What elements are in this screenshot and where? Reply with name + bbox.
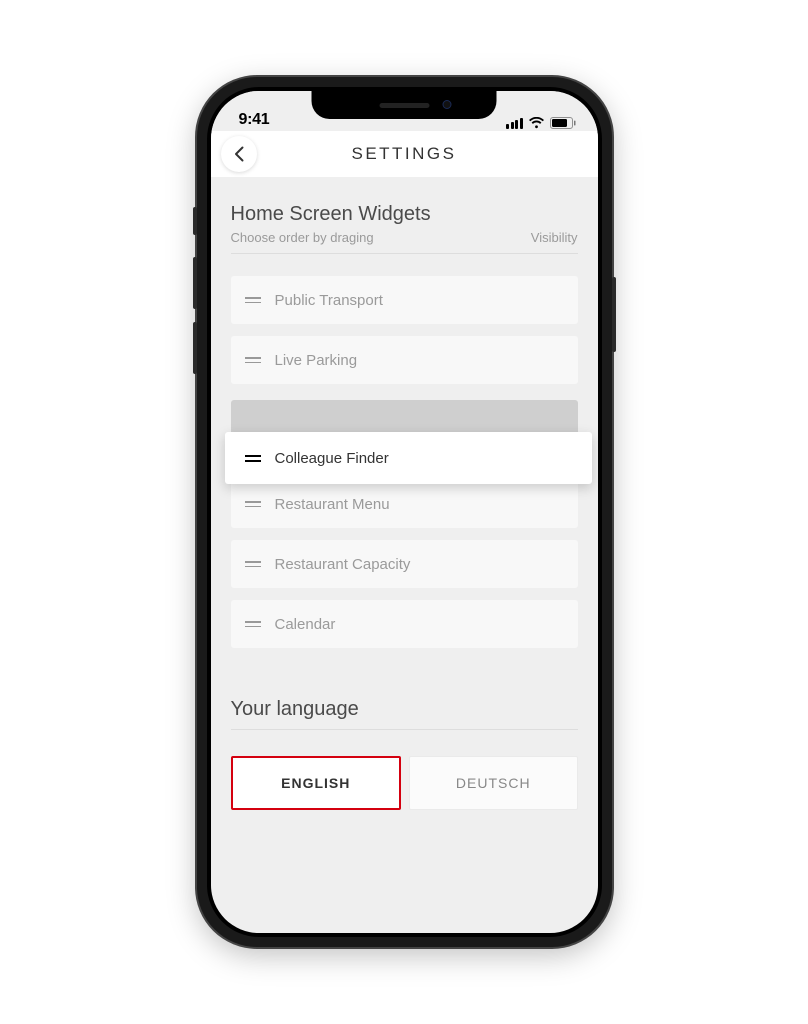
widget-label: Live Parking	[275, 352, 358, 369]
volume-down-button[interactable]	[193, 322, 197, 374]
language-section-title: Your language	[231, 698, 578, 730]
widget-item-restaurant-capacity[interactable]: Restaurant Capacity	[231, 540, 578, 588]
page-title: SETTINGS	[351, 144, 456, 164]
widget-label: Colleague Finder	[275, 450, 389, 467]
language-section: Your language ENGLISH DEUTSCH	[231, 698, 578, 810]
power-button[interactable]	[612, 277, 616, 352]
widget-item-restaurant-menu[interactable]: Restaurant Menu	[231, 480, 578, 528]
mute-switch[interactable]	[193, 207, 197, 235]
language-button-english[interactable]: ENGLISH	[231, 756, 402, 810]
drag-handle-icon[interactable]	[245, 357, 261, 363]
content-area: Home Screen Widgets Choose order by drag…	[211, 177, 598, 830]
phone-frame: 9:41 SETTINGS	[197, 77, 612, 947]
status-time: 9:41	[239, 111, 270, 129]
widget-item-calendar[interactable]: Calendar	[231, 600, 578, 648]
widget-label: Calendar	[275, 616, 336, 633]
back-button[interactable]	[221, 136, 257, 172]
app-header: SETTINGS	[211, 131, 598, 177]
widgets-section-subheader: Choose order by draging Visibility	[231, 230, 578, 254]
battery-icon	[550, 117, 576, 129]
visibility-column-label: Visibility	[531, 230, 578, 245]
drag-handle-icon[interactable]	[245, 501, 261, 507]
status-icons	[506, 117, 576, 129]
speaker	[379, 103, 429, 108]
widget-item-colleague-finder[interactable]: Colleague Finder	[225, 432, 592, 484]
widget-item-public-transport[interactable]: Public Transport	[231, 276, 578, 324]
widget-label: Restaurant Menu	[275, 496, 390, 513]
widget-item-live-parking[interactable]: Live Parking	[231, 336, 578, 384]
cellular-signal-icon	[506, 118, 523, 129]
screen: 9:41 SETTINGS	[211, 91, 598, 933]
notch	[312, 91, 497, 119]
drag-handle-icon[interactable]	[245, 621, 261, 627]
drag-handle-icon[interactable]	[245, 561, 261, 567]
drag-handle-icon[interactable]	[245, 455, 261, 462]
front-camera	[443, 100, 452, 109]
widget-list: Public Transport Live Parking Colleague …	[231, 276, 578, 648]
chevron-left-icon	[234, 146, 244, 162]
language-button-deutsch[interactable]: DEUTSCH	[409, 756, 578, 810]
volume-up-button[interactable]	[193, 257, 197, 309]
wifi-icon	[528, 117, 545, 129]
widgets-subtitle: Choose order by draging	[231, 230, 374, 245]
language-buttons: ENGLISH DEUTSCH	[231, 756, 578, 810]
widget-label: Public Transport	[275, 292, 383, 309]
drag-handle-icon[interactable]	[245, 297, 261, 303]
widget-label: Restaurant Capacity	[275, 556, 411, 573]
widgets-section-title: Home Screen Widgets	[231, 203, 578, 226]
